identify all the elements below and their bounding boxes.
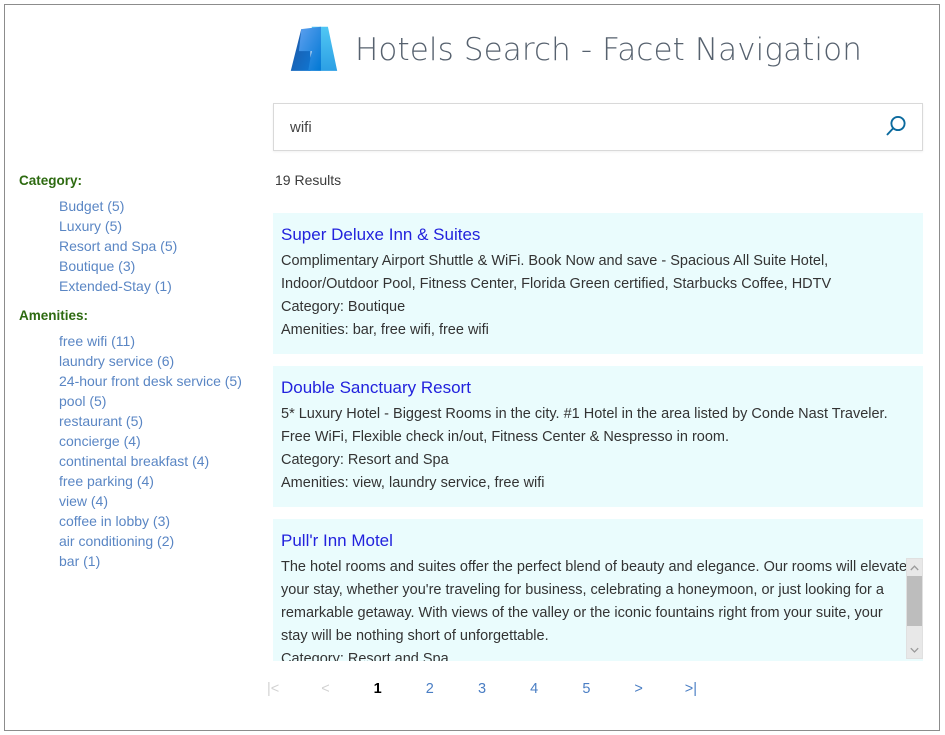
facet-item-air-conditioning[interactable]: air conditioning (2) (59, 531, 259, 551)
facet-item-24-hour-front-desk-service[interactable]: 24-hour front desk service (5) (59, 371, 259, 391)
facet-item-luxury[interactable]: Luxury (5) (59, 216, 259, 236)
result-title[interactable]: Double Sanctuary Resort (281, 375, 471, 400)
pagination-page-2[interactable]: 2 (424, 681, 436, 697)
result-description: 5* Luxury Hotel - Biggest Rooms in the c… (281, 403, 909, 449)
result-title[interactable]: Pull'r Inn Motel (281, 528, 393, 553)
facet-item-concierge[interactable]: concierge (4) (59, 431, 259, 451)
results-list: Super Deluxe Inn & Suites Complimentary … (273, 213, 923, 661)
facet-item-view[interactable]: view (4) (59, 491, 259, 511)
facet-item-pool[interactable]: pool (5) (59, 391, 259, 411)
search-bar[interactable] (273, 103, 923, 151)
result-description: The hotel rooms and suites offer the per… (281, 556, 909, 648)
results-count: 19 Results (275, 172, 341, 188)
result-amenities: Amenities: view, laundry service, free w… (281, 472, 909, 495)
search-input[interactable] (274, 104, 870, 150)
app-header: Hotels Search - Facet Navigation (267, 11, 927, 89)
facet-item-laundry-service[interactable]: laundry service (6) (59, 351, 259, 371)
pagination-page-1[interactable]: 1 (372, 681, 384, 697)
page-title: Hotels Search - Facet Navigation (355, 32, 862, 68)
pagination: |< < 1 2 3 4 5 > >| (267, 681, 697, 697)
scroll-up-button[interactable] (907, 559, 922, 576)
result-description: Complimentary Airport Shuttle & WiFi. Bo… (281, 250, 909, 296)
result-card: Pull'r Inn Motel The hotel rooms and sui… (273, 519, 923, 661)
result-category: Category: Resort and Spa (281, 648, 909, 661)
results-scrollbar[interactable] (906, 558, 923, 659)
facet-item-free-wifi[interactable]: free wifi (11) (59, 331, 259, 351)
facet-item-continental-breakfast[interactable]: continental breakfast (4) (59, 451, 259, 471)
result-title[interactable]: Super Deluxe Inn & Suites (281, 222, 480, 247)
facet-list: Budget (5) Luxury (5) Resort and Spa (5)… (19, 196, 259, 296)
result-category: Category: Boutique (281, 296, 909, 319)
facet-item-free-parking[interactable]: free parking (4) (59, 471, 259, 491)
facet-item-resort-and-spa[interactable]: Resort and Spa (5) (59, 236, 259, 256)
pagination-page-3[interactable]: 3 (476, 681, 488, 697)
pagination-page-5[interactable]: 5 (580, 681, 592, 697)
result-category: Category: Resort and Spa (281, 449, 909, 472)
facet-list: free wifi (11) laundry service (6) 24-ho… (19, 331, 259, 571)
pagination-prev[interactable]: < (319, 681, 331, 697)
facet-group-amenities: Amenities: free wifi (11) laundry servic… (19, 308, 259, 571)
facet-item-extended-stay[interactable]: Extended-Stay (1) (59, 276, 259, 296)
facet-item-restaurant[interactable]: restaurant (5) (59, 411, 259, 431)
scroll-down-button[interactable] (907, 641, 922, 658)
search-icon (883, 114, 909, 140)
facet-sidebar: Category: Budget (5) Luxury (5) Resort a… (19, 173, 259, 583)
pagination-first[interactable]: |< (267, 681, 279, 697)
facet-item-bar[interactable]: bar (1) (59, 551, 259, 571)
result-card: Double Sanctuary Resort 5* Luxury Hotel … (273, 366, 923, 507)
pagination-last[interactable]: >| (685, 681, 697, 697)
chevron-down-icon (910, 647, 919, 653)
facet-group-category: Category: Budget (5) Luxury (5) Resort a… (19, 173, 259, 296)
result-card: Super Deluxe Inn & Suites Complimentary … (273, 213, 923, 354)
pagination-page-4[interactable]: 4 (528, 681, 540, 697)
azure-logo-icon (285, 21, 343, 79)
chevron-up-icon (910, 565, 919, 571)
result-amenities: Amenities: bar, free wifi, free wifi (281, 319, 909, 342)
app-window: Hotels Search - Facet Navigation 19 Resu… (4, 4, 940, 731)
facet-header: Amenities: (19, 308, 259, 323)
search-button[interactable] (870, 104, 922, 150)
facet-header: Category: (19, 173, 259, 188)
facet-item-boutique[interactable]: Boutique (3) (59, 256, 259, 276)
pagination-next[interactable]: > (633, 681, 645, 697)
results-inner: Super Deluxe Inn & Suites Complimentary … (273, 213, 923, 661)
facet-item-budget[interactable]: Budget (5) (59, 196, 259, 216)
scrollbar-thumb[interactable] (907, 576, 922, 626)
facet-item-coffee-in-lobby[interactable]: coffee in lobby (3) (59, 511, 259, 531)
